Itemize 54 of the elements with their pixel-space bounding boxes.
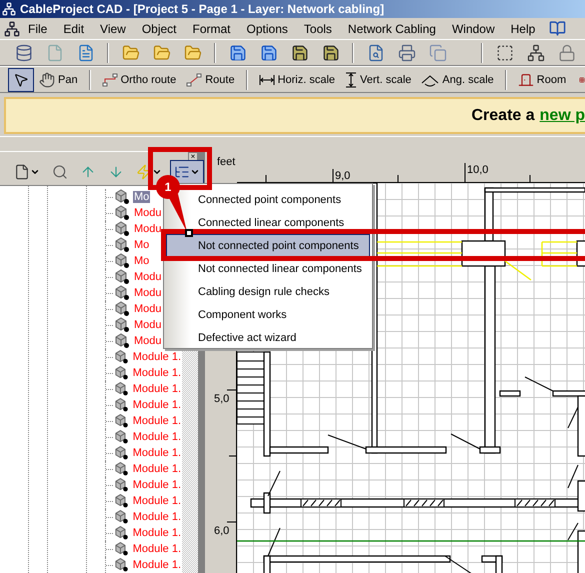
- tree-item[interactable]: Module 1.: [132, 367, 182, 379]
- tree-item[interactable]: Module 1.: [132, 431, 182, 443]
- banner-link[interactable]: new p: [540, 106, 585, 124]
- menu-item[interactable]: View: [92, 22, 134, 36]
- horizontal-scale-button[interactable]: Horiz. scale: [254, 68, 340, 92]
- menu-item[interactable]: Not connected linear components: [166, 257, 370, 280]
- ortho-route-button[interactable]: Ortho route: [96, 68, 182, 92]
- tree-item[interactable]: Modu: [133, 207, 163, 219]
- tree-item[interactable]: Module 1.: [132, 463, 182, 475]
- ruler-label: 9,0: [335, 170, 350, 182]
- vertical-scale-button[interactable]: Vert. scale: [340, 68, 416, 92]
- tree-item[interactable]: Module 1.: [132, 399, 182, 411]
- angle-scale-button[interactable]: Ang. scale: [416, 68, 499, 92]
- ruler-label: 6,0: [214, 525, 230, 537]
- tree-item[interactable]: Module 1.: [132, 495, 182, 507]
- menu-item[interactable]: Object: [134, 22, 185, 36]
- tree-item[interactable]: Modu: [133, 303, 163, 315]
- menu-item[interactable]: File: [20, 22, 56, 36]
- menu-item[interactable]: Tools: [296, 22, 340, 36]
- tree-item[interactable]: Module 1.: [132, 351, 182, 363]
- menu-item[interactable]: Format: [184, 22, 239, 36]
- menu-item[interactable]: Edit: [55, 22, 92, 36]
- tree-item[interactable]: Module 1.: [132, 415, 182, 427]
- tree-item[interactable]: Modu: [133, 223, 163, 235]
- pan-button[interactable]: Pan: [34, 68, 83, 92]
- tree-item[interactable]: Module 1.: [132, 479, 182, 491]
- menu-item[interactable]: Help: [502, 22, 544, 36]
- tree-item[interactable]: Module 1.: [132, 527, 182, 539]
- menu-item[interactable]: Component works: [166, 303, 370, 326]
- banner-text: Create a: [472, 106, 535, 124]
- menu-item[interactable]: Options: [238, 22, 296, 36]
- tree-item[interactable]: Module 1.: [132, 511, 182, 523]
- tree-item[interactable]: Mo: [133, 191, 150, 203]
- room-button[interactable]: Room: [512, 68, 572, 92]
- tree-item[interactable]: Module 1.: [132, 383, 182, 395]
- window-title: CableProject CAD - [Project 5 - Page 1 - Layer: Network cabling]: [20, 2, 384, 16]
- tree-item[interactable]: Modu: [133, 287, 163, 299]
- menu-item[interactable]: Network Cabling: [340, 22, 444, 36]
- ruler-label: 5,0: [214, 393, 230, 405]
- tree-item[interactable]: Mo: [133, 255, 150, 267]
- menu-item[interactable]: Window: [444, 22, 503, 36]
- tree-item[interactable]: Modu: [133, 319, 163, 331]
- menu-item[interactable]: Cabling design rule checks: [166, 280, 370, 303]
- ruler-label: 10,0: [467, 164, 488, 176]
- menu-item[interactable]: Defective act wizard: [166, 326, 370, 349]
- route-button[interactable]: Route: [181, 68, 240, 92]
- tree-item[interactable]: Modu: [133, 271, 163, 283]
- ruler-unit: feet: [217, 156, 236, 168]
- tree-item[interactable]: Modu: [133, 335, 163, 347]
- menu-item[interactable]: Not connected point components: [166, 234, 370, 257]
- tree-item[interactable]: Module 1.: [132, 559, 182, 571]
- tree-item[interactable]: Module 1.: [132, 447, 182, 459]
- tree-item[interactable]: Module 1.: [132, 543, 182, 555]
- tree-item[interactable]: Mo: [133, 239, 150, 251]
